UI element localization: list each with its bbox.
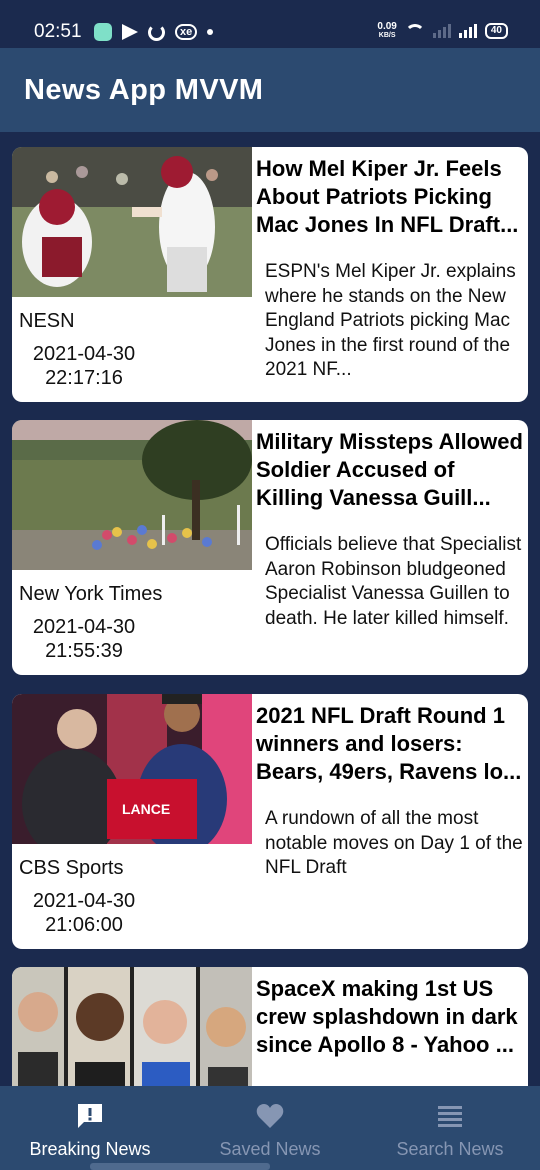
- bottom-navigation: Breaking News Saved News Search News: [0, 1086, 540, 1170]
- status-time: 02:51: [34, 21, 82, 42]
- article-title: SpaceX making 1st US crew splashdown in …: [256, 976, 518, 1057]
- signal-sim1-icon: [432, 24, 451, 38]
- status-bar: 02:51 xe 0.09 KB/S 40: [0, 0, 540, 48]
- app-title: News App MVVM: [24, 74, 264, 106]
- article-source: NESN: [19, 310, 75, 332]
- article-time: 21:55:39: [45, 640, 123, 662]
- article-description: ESPN's Mel Kiper Jr. explains where he s…: [265, 261, 516, 380]
- nav-label-breaking-news: Breaking News: [29, 1139, 151, 1159]
- article-datetime: 2021-04-30 22:17:16: [19, 342, 149, 390]
- article-card[interactable]: Military Missteps Allowed Soldier Accuse…: [12, 420, 528, 675]
- article-date: 2021-04-30: [32, 890, 136, 912]
- chat-app-icon: [94, 23, 112, 41]
- notification-icons: xe: [94, 23, 214, 41]
- sync-icon: [148, 23, 165, 41]
- article-source: CBS Sports: [19, 857, 124, 879]
- gesture-bar[interactable]: [90, 1163, 270, 1170]
- nav-label-saved-news: Saved News: [219, 1139, 321, 1159]
- more-notifications-dot-icon: [207, 29, 214, 35]
- article-image: [12, 420, 252, 570]
- battery-icon: 40: [484, 23, 508, 39]
- article-title: Military Missteps Allowed Soldier Accuse…: [256, 429, 523, 510]
- nav-label-search-news: Search News: [396, 1139, 504, 1159]
- article-list[interactable]: How Mel Kiper Jr. Feels About Patriots P…: [0, 132, 540, 1086]
- network-speed-unit: KB/S: [378, 32, 396, 39]
- article-image: LANCE: [12, 694, 252, 844]
- list-icon: [438, 1106, 462, 1127]
- app-bar: News App MVVM: [0, 48, 540, 132]
- article-datetime: 2021-04-30 21:55:39: [19, 615, 149, 663]
- article-time: 21:06:00: [45, 914, 123, 936]
- nav-item-search-news[interactable]: Search News: [360, 1086, 540, 1170]
- jersey-text: LANCE: [122, 801, 170, 817]
- network-speed-value: 0.09: [377, 21, 397, 32]
- article-description: A rundown of all the most notable moves …: [265, 808, 523, 878]
- xe-app-icon: xe: [175, 24, 198, 40]
- article-title: 2021 NFL Draft Round 1 winners and loser…: [256, 703, 522, 784]
- article-card[interactable]: SpaceX making 1st US crew splashdown in …: [12, 967, 528, 1086]
- article-description: Officials believe that Specialist Aaron …: [265, 534, 522, 629]
- nav-item-breaking-news[interactable]: Breaking News: [0, 1086, 180, 1170]
- article-datetime: 2021-04-30 21:06:00: [19, 889, 149, 937]
- article-source: New York Times: [19, 583, 163, 605]
- article-title: How Mel Kiper Jr. Feels About Patriots P…: [256, 156, 519, 237]
- article-card[interactable]: How Mel Kiper Jr. Feels About Patriots P…: [12, 147, 528, 402]
- system-icons: 0.09 KB/S 40: [377, 22, 508, 40]
- network-speed: 0.09 KB/S: [377, 22, 396, 40]
- heart-icon: [256, 1104, 284, 1128]
- wifi-icon: [404, 24, 425, 38]
- telegram-icon: [122, 24, 138, 40]
- article-date: 2021-04-30: [32, 616, 136, 638]
- alert-icon: [78, 1104, 102, 1128]
- article-image: [12, 967, 252, 1086]
- nav-item-saved-news[interactable]: Saved News: [180, 1086, 360, 1170]
- article-image: [12, 147, 252, 297]
- article-card[interactable]: LANCE 2021 NFL Draft Round 1 winners and…: [12, 694, 528, 949]
- article-date: 2021-04-30: [32, 343, 136, 365]
- signal-sim2-icon: [458, 24, 477, 38]
- article-time: 22:17:16: [45, 367, 123, 389]
